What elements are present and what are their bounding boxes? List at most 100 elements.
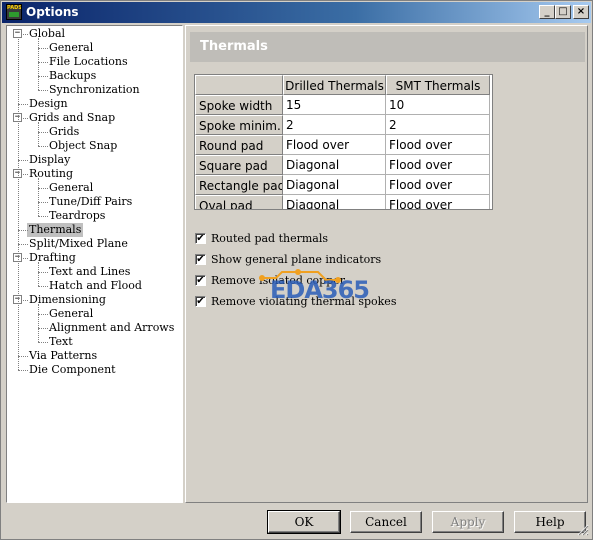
tree-item[interactable]: General <box>49 41 93 55</box>
tree-connector <box>38 272 48 273</box>
apply-button[interactable]: Apply <box>432 511 504 533</box>
minimize-icon: _ <box>544 6 550 17</box>
options-tree[interactable]: Global − General File Locations Backups Synch… <box>6 25 183 503</box>
tree-item[interactable]: Synchronization <box>49 83 140 97</box>
tree-connector <box>38 38 39 48</box>
title-bar[interactable]: PADS Options _ □ × <box>2 2 591 23</box>
tree-connector <box>38 342 48 343</box>
minimize-button[interactable]: _ <box>539 5 555 19</box>
pads-app-icon: PADS <box>6 4 22 20</box>
grid-column-header[interactable] <box>195 75 283 95</box>
tree-item[interactable]: Text and Lines <box>49 265 130 279</box>
tree-connector <box>18 356 28 357</box>
tree-connector <box>38 262 39 272</box>
options-window: PADS Options _ □ × Global − General File Lo… <box>0 0 593 540</box>
tree-item[interactable]: General <box>49 181 93 195</box>
tree-connector <box>18 230 28 231</box>
tree-connector <box>38 314 48 315</box>
checkbox[interactable]: ✔ <box>195 296 206 307</box>
checkbox-label: Routed pad thermals <box>211 232 329 245</box>
tree-connector <box>38 62 48 63</box>
grid-cell[interactable]: Flood over <box>283 135 386 155</box>
tree-connector <box>38 76 39 90</box>
tree-item[interactable]: Display <box>29 153 70 167</box>
grid-cell[interactable]: 10 <box>386 95 490 115</box>
tree-connector <box>23 258 28 259</box>
maximize-button[interactable]: □ <box>555 5 571 19</box>
tree-connector <box>38 90 48 91</box>
grid-row-header: Spoke width <box>195 95 283 115</box>
grid-column-header[interactable]: SMT Thermals <box>386 75 490 95</box>
tree-connector <box>38 188 48 189</box>
grid-cell[interactable]: Flood over <box>386 135 490 155</box>
tree-item[interactable]: Backups <box>49 69 96 83</box>
tree-item[interactable]: Global <box>29 27 65 41</box>
close-icon: × <box>576 6 586 17</box>
tree-item[interactable]: File Locations <box>49 55 128 69</box>
grid-cell[interactable]: Flood over <box>386 195 490 209</box>
tree-item[interactable]: Dimensioning <box>29 293 106 307</box>
grid-row-header: Oval pad <box>195 195 283 209</box>
tree-connector <box>38 328 48 329</box>
grid-cell[interactable]: 2 <box>386 115 490 135</box>
tree-connector <box>38 132 48 133</box>
grid-cell[interactable]: Diagonal <box>283 195 386 209</box>
tree-connector <box>38 122 39 132</box>
tree-connector <box>23 34 28 35</box>
tree-item[interactable]: General <box>49 307 93 321</box>
tree-item[interactable]: Hatch and Flood <box>49 279 142 293</box>
help-button[interactable]: Help <box>514 511 586 533</box>
maximize-icon: □ <box>558 6 568 17</box>
tree-item[interactable]: Teardrops <box>49 209 105 223</box>
section-header: Thermals <box>190 32 585 62</box>
checkbox[interactable]: ✔ <box>195 254 206 265</box>
tree-connector <box>38 304 39 314</box>
tree-connector <box>18 160 28 161</box>
tree-item[interactable]: Thermals <box>27 223 84 237</box>
grid-cell[interactable]: Diagonal <box>283 175 386 195</box>
cancel-button[interactable]: Cancel <box>350 511 422 533</box>
grid-row-header: Spoke minim... <box>195 115 283 135</box>
tree-root-connector <box>18 39 19 370</box>
tree-item[interactable]: Grids <box>49 125 79 139</box>
checkbox[interactable]: ✔ <box>195 275 206 286</box>
grid-cell[interactable]: Flood over <box>386 155 490 175</box>
watermark-text: EDA365 <box>270 276 370 304</box>
grid-cell[interactable]: 2 <box>283 115 386 135</box>
tree-item[interactable]: Text <box>49 335 73 349</box>
grid-cell[interactable]: Flood over <box>386 175 490 195</box>
thermals-grid[interactable]: Drilled Thermals SMT Thermals Spoke width 1… <box>194 74 493 210</box>
tree-connector <box>38 132 39 146</box>
tree-item[interactable]: Tune/Diff Pairs <box>49 195 132 209</box>
resize-grip-icon[interactable] <box>577 524 589 536</box>
close-button[interactable]: × <box>573 5 589 19</box>
checkbox[interactable]: ✔ <box>195 233 206 244</box>
tree-connector <box>38 328 39 342</box>
tree-connector <box>38 178 39 188</box>
tree-connector <box>38 188 39 202</box>
tree-item[interactable]: Routing <box>29 167 73 181</box>
tree-item[interactable]: Split/Mixed Plane <box>29 237 128 251</box>
tree-item[interactable]: Via Patterns <box>29 349 97 363</box>
grid-cell[interactable]: 15 <box>283 95 386 115</box>
tree-item[interactable]: Object Snap <box>49 139 117 153</box>
tree-connector <box>18 104 28 105</box>
ok-button[interactable]: OK <box>267 510 341 534</box>
tree-item[interactable]: Design <box>29 97 68 111</box>
tree-connector <box>38 62 39 76</box>
tree-item[interactable]: Drafting <box>29 251 76 265</box>
tree-connector <box>38 48 48 49</box>
grid-cell[interactable]: Diagonal <box>283 155 386 175</box>
tree-connector <box>38 314 39 328</box>
grid-row-header: Rectangle pad <box>195 175 283 195</box>
collapse-icon[interactable]: − <box>13 29 22 38</box>
thermals-page: Thermals Drilled Thermals SMT Thermals Spo… <box>185 25 588 503</box>
grid-column-header[interactable]: Drilled Thermals <box>283 75 386 95</box>
tree-item[interactable]: Die Component <box>29 363 116 377</box>
tree-connector <box>38 76 48 77</box>
tree-item[interactable]: Alignment and Arrows <box>49 321 174 335</box>
tree-item[interactable]: Grids and Snap <box>29 111 115 125</box>
tree-connector <box>18 370 28 371</box>
window-title: Options <box>26 5 79 19</box>
watermark-logo: EDA365 <box>248 260 370 310</box>
